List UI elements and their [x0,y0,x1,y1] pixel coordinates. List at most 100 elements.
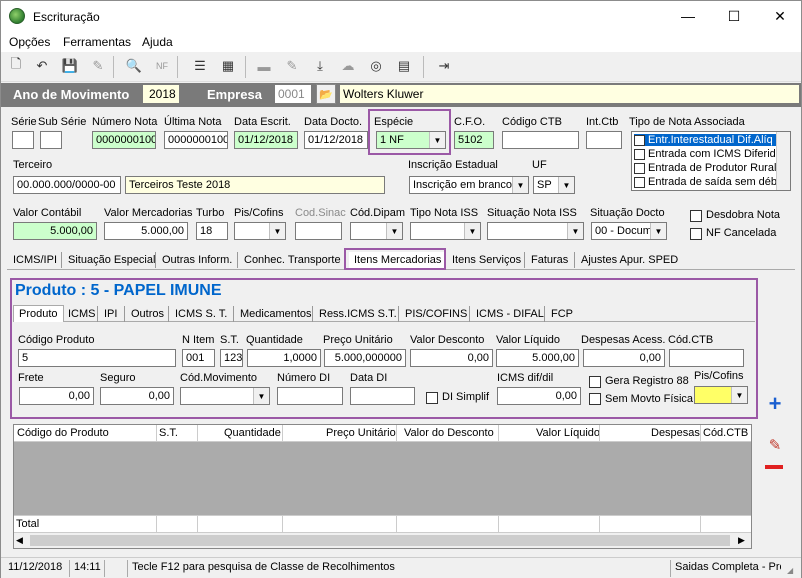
chevron-down-icon[interactable]: ▼ [731,387,747,403]
situacao-nota-iss-select[interactable]: ▼ [487,222,584,240]
chevron-down-icon[interactable]: ▼ [558,177,574,193]
scroll-right-icon[interactable]: ▶ [738,535,745,546]
cloud-icon[interactable]: ☁ [339,57,357,75]
tipo-nota-list[interactable]: Entr.Interestadual Dif.Alíq Entrada com … [631,131,791,191]
subtab-produto[interactable]: Produto [13,305,64,322]
tab-icms-ipi[interactable]: ICMS/IPI [8,252,62,268]
new-document-icon[interactable]: 🗋 [7,56,25,75]
pis-cofins-select[interactable]: ▼ [234,222,286,240]
tab-situacao-especial[interactable]: Situação Especial [63,252,160,268]
valor-liquido-input[interactable]: 5.000,00 [496,349,579,367]
subtab-icms-st[interactable]: ICMS S. T. [170,306,232,322]
add-icon[interactable]: + [764,391,786,416]
cod-sinac-input[interactable] [295,222,342,240]
report-icon[interactable]: ▤ [395,57,413,75]
chevron-down-icon[interactable]: ▼ [253,388,269,404]
subtab-fcp[interactable]: FCP [546,306,578,322]
menu-opcoes[interactable]: Opções [9,35,50,49]
col-st[interactable]: S.T. [159,427,178,439]
tab-itens-servicos[interactable]: Itens Serviços [447,252,526,268]
valor-contabil-input[interactable]: 5.000,00 [13,222,97,240]
codigo-ctb-input[interactable] [502,131,579,149]
calculator-icon[interactable]: ▦ [219,57,237,75]
resize-grip-icon[interactable]: ◢ [787,566,793,575]
minimize-button[interactable]: — [665,1,711,32]
close-button[interactable]: ✕ [757,1,802,32]
quantidade-input[interactable]: 1,0000 [247,349,321,367]
remove-icon[interactable] [765,465,783,469]
subtab-medicamentos[interactable]: Medicamentos [235,306,317,322]
brush-disabled-icon[interactable]: ✎ [283,57,301,75]
list-item[interactable]: Entrada com ICMS Diferido [634,148,782,160]
empresa-code-input[interactable]: 0001 [274,84,312,104]
codigo-produto-input[interactable]: 5 [18,349,176,367]
despesas-input[interactable]: 0,00 [583,349,665,367]
gera-registro-checkbox[interactable] [589,376,601,388]
col-valor-liquido[interactable]: Valor Líquido [536,427,600,439]
cod-dipam-select[interactable]: ▼ [350,222,403,240]
desdobra-nota-checkbox[interactable] [690,210,702,222]
tab-faturas[interactable]: Faturas [526,252,573,268]
col-quantidade[interactable]: Quantidade [224,427,281,439]
data-docto-input[interactable]: 01/12/2018 [304,131,368,149]
int-ctb-input[interactable] [586,131,622,149]
icms-difdil-input[interactable]: 0,00 [497,387,581,405]
folder-icon[interactable]: ▬ [255,57,273,75]
print-preview-icon[interactable]: 🔍 [125,57,143,75]
undo-icon[interactable]: ↶ [33,57,51,75]
chevron-down-icon[interactable]: ▼ [650,223,666,239]
folder-open-icon[interactable]: 📂 [316,84,336,104]
scroll-left-icon[interactable]: ◀ [16,535,23,546]
col-codigo-produto[interactable]: Código do Produto [17,427,109,439]
list-icon[interactable]: ☰ [191,57,209,75]
subtab-icms-difal[interactable]: ICMS - DIFAL [471,306,549,322]
col-valor-desconto[interactable]: Valor do Desconto [404,427,494,439]
frete-input[interactable]: 0,00 [19,387,94,405]
st-input[interactable]: 123 [220,349,243,367]
di-simplif-checkbox[interactable] [426,392,438,404]
terceiro-nome-input[interactable]: Terceiros Teste 2018 [125,176,385,194]
ultima-nota-input[interactable]: 0000000100 [164,131,228,149]
subserie-input[interactable] [40,131,62,149]
tipo-nota-iss-select[interactable]: ▼ [410,222,481,240]
col-cod-ctb[interactable]: Cód.CTB [703,427,748,439]
subtab-pis-cofins[interactable]: PIS/COFINS [400,306,472,322]
valor-mercadorias-input[interactable]: 5.000,00 [104,222,188,240]
sem-movto-checkbox[interactable] [589,393,601,405]
data-di-input[interactable] [350,387,415,405]
seguro-input[interactable]: 0,00 [100,387,174,405]
checkbox[interactable] [634,162,645,174]
cod-movimento-select[interactable]: ▼ [180,387,270,405]
tab-conhec-transporte[interactable]: Conhec. Transporte [239,252,346,268]
ie-select[interactable]: Inscrição em branco ▼ [409,176,529,194]
save-icon[interactable]: 💾 [61,57,79,75]
menu-ferramentas[interactable]: Ferramentas [63,35,131,49]
list-item[interactable]: Entrada de saída sem débi [634,176,779,188]
col-preco-unitario[interactable]: Preço Unitário [326,427,396,439]
download-icon[interactable]: ⤓ [311,57,329,75]
subtab-ipi[interactable]: IPI [99,306,122,322]
menu-ajuda[interactable]: Ajuda [142,35,173,49]
scroll-thumb[interactable] [30,535,730,546]
ano-input[interactable]: 2018 [142,84,180,104]
numero-nota-input[interactable]: 0000000100 [92,131,156,149]
cod-ctb-input[interactable] [669,349,744,367]
subtab-icms[interactable]: ICMS [63,306,101,322]
chevron-down-icon[interactable]: ▼ [512,177,528,193]
numero-di-input[interactable] [277,387,343,405]
coins-icon[interactable]: ◎ [367,57,385,75]
uf-select[interactable]: SP ▼ [533,176,575,194]
preco-unitario-input[interactable]: 5.000,000000 [324,349,406,367]
empresa-name-input[interactable]: Wolters Kluwer [339,84,800,104]
serie-input[interactable] [12,131,34,149]
col-despesas[interactable]: Despesas [651,427,700,439]
chevron-down-icon[interactable]: ▼ [464,223,480,239]
list-item[interactable]: Entr.Interestadual Dif.Alíq [634,134,776,146]
tab-ajustes-apur-sped[interactable]: Ajustes Apur. SPED [576,252,683,268]
chevron-down-icon[interactable]: ▼ [567,223,583,239]
chevron-down-icon[interactable]: ▼ [386,223,402,239]
turbo-input[interactable]: 18 [196,222,228,240]
brush-icon[interactable]: ✎ [89,57,107,75]
n-item-input[interactable]: 001 [182,349,215,367]
grid-hscrollbar[interactable]: ◀ ▶ [14,532,751,548]
